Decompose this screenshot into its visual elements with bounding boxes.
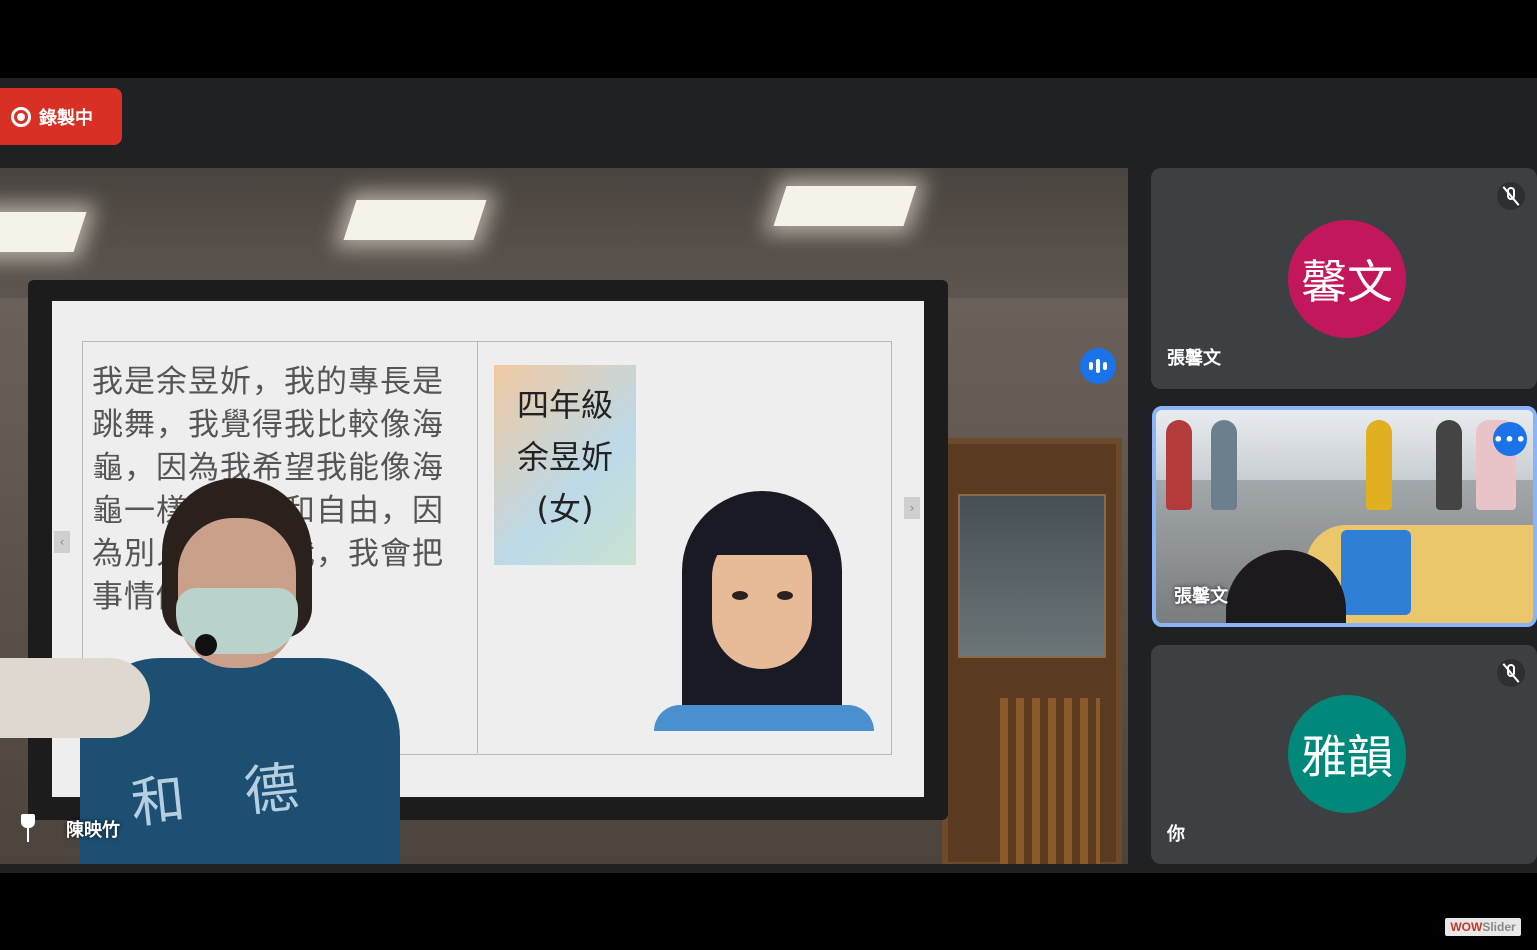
recording-badge[interactable]: 錄製中 — [0, 88, 122, 145]
participant-video-tile[interactable]: ••• 張馨文 — [1152, 406, 1537, 627]
participant-name: 張馨文 — [1167, 348, 1221, 369]
participant-name: 張馨文 — [1174, 586, 1228, 607]
self-tile[interactable]: 雅韻 你 — [1151, 645, 1537, 864]
helper-arm — [0, 658, 150, 738]
avatar: 馨文 — [1288, 220, 1406, 338]
mic-off-icon — [1497, 659, 1525, 687]
speaking-indicator-icon — [1080, 348, 1116, 384]
watermark-logo: WOWSlider — [1445, 918, 1521, 936]
chair — [1000, 698, 1100, 864]
mic-off-icon — [1497, 182, 1525, 210]
record-icon — [11, 106, 31, 127]
slide-divider — [477, 341, 478, 753]
ceiling-light — [343, 200, 487, 240]
ceiling-light — [773, 186, 917, 226]
main-video-feed[interactable]: 我是余昱妡，我的專長是跳舞，我覺得我比較像海龜，因為我希望我能像海龜一樣，慢慢和… — [0, 168, 1128, 864]
cartoon-avatar-image — [652, 491, 882, 731]
ceiling-light — [0, 212, 87, 252]
slide-title-box: 四年級 余昱妡 (女) — [494, 365, 636, 565]
slide-next-arrow-icon: › — [904, 497, 920, 519]
more-options-button[interactable]: ••• — [1493, 422, 1527, 456]
ceiling — [0, 168, 1128, 298]
recording-label: 錄製中 — [39, 107, 93, 129]
slide-gender: (女) — [536, 490, 594, 528]
slide-grade: 四年級 — [516, 386, 613, 424]
microphone — [195, 634, 217, 656]
pin-icon[interactable] — [16, 814, 40, 842]
participant-tile[interactable]: 馨文 張馨文 — [1151, 168, 1537, 389]
avatar: 雅韻 — [1288, 695, 1406, 813]
slide-prev-arrow-icon: ‹ — [54, 531, 70, 553]
presenter-name: 陳映竹 — [66, 820, 120, 841]
slide-student-name: 余昱妡 — [516, 438, 613, 476]
participant-name: 你 — [1167, 824, 1185, 845]
